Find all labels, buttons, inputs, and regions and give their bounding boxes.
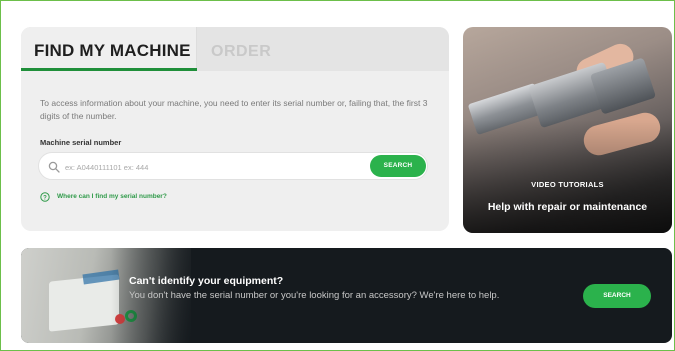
- banner-title: Can't identify your equipment?: [129, 275, 284, 287]
- search-icon: [48, 161, 60, 173]
- serial-number-input[interactable]: [65, 159, 365, 175]
- serial-search-button[interactable]: SEARCH: [370, 155, 426, 177]
- identify-equipment-banner: Can't identify your equipment? You don't…: [21, 248, 672, 343]
- svg-text:?: ?: [43, 195, 47, 201]
- finder-intro-text: To access information about your machine…: [40, 98, 428, 121]
- video-tutorials-subtitle: Help with repair or maintenance: [487, 201, 648, 213]
- finder-tabs: FIND MY MACHINE ORDER: [21, 27, 449, 71]
- tab-find-my-machine-label: FIND MY MACHINE: [34, 41, 191, 60]
- question-circle-icon: ?: [40, 192, 50, 202]
- active-tab-underline: [21, 68, 197, 71]
- tab-find-my-machine[interactable]: FIND MY MACHINE: [21, 27, 197, 71]
- video-tutorials-card[interactable]: VIDEO TUTORIALS Help with repair or main…: [463, 27, 672, 233]
- tab-order[interactable]: ORDER: [211, 43, 271, 61]
- banner-text: You don't have the serial number or you'…: [129, 290, 500, 301]
- serial-number-label: Machine serial number: [40, 138, 122, 147]
- video-tutorials-title: VIDEO TUTORIALS: [531, 180, 604, 189]
- equipment-search-button[interactable]: SEARCH: [583, 284, 651, 308]
- machine-finder-card: FIND MY MACHINE ORDER To access informat…: [21, 27, 449, 231]
- find-serial-number-link[interactable]: Where can I find my serial number?: [57, 193, 167, 200]
